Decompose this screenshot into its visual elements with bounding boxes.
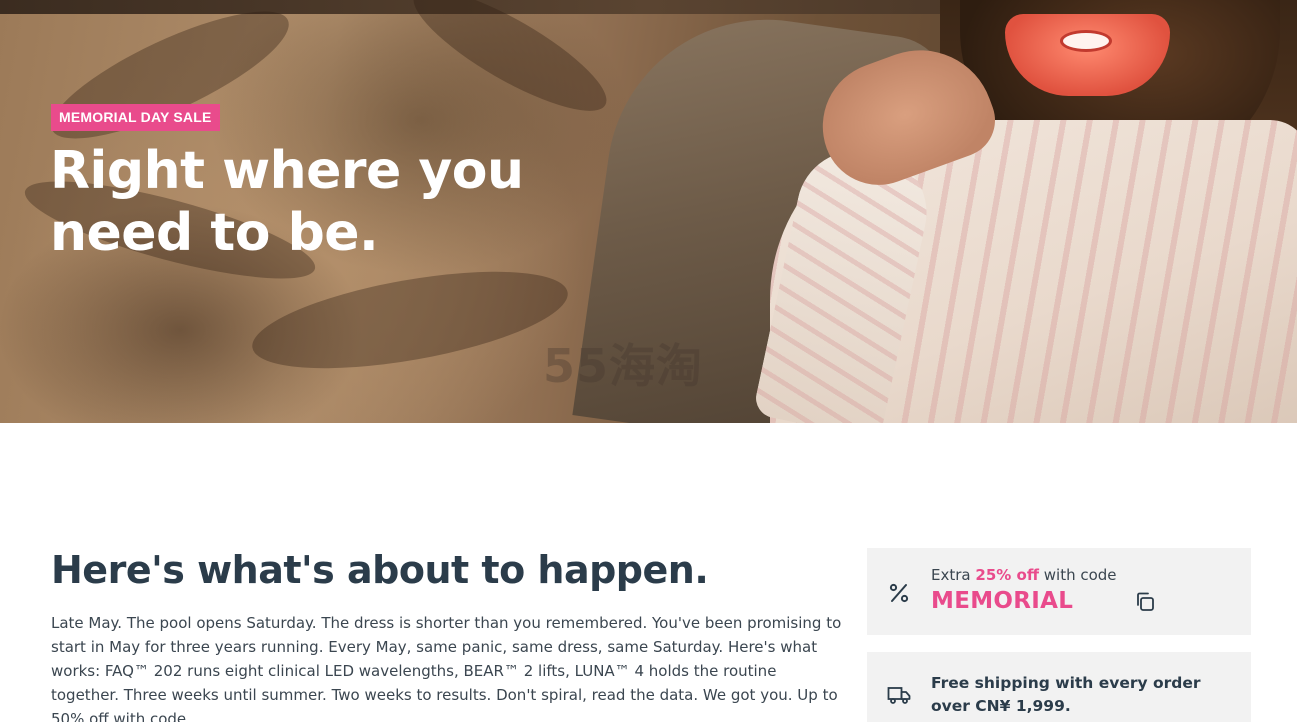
hero-title-line2: need to be.	[50, 203, 379, 263]
page: 55海淘 MEMORIAL DAY SALE Right where you n…	[0, 0, 1297, 722]
promo-code-card: Extra 25% off with code MEMORIAL	[867, 548, 1251, 635]
hero-title: Right where you need to be.	[50, 140, 610, 264]
promo-code: MEMORIAL	[931, 588, 1074, 614]
shipping-text: Free shipping with every order over CN¥ …	[931, 674, 1201, 715]
truck-icon	[887, 687, 911, 704]
promo-prefix: Extra	[931, 566, 971, 584]
copy-icon[interactable]	[1133, 590, 1157, 614]
hero-banner[interactable]: 55海淘 MEMORIAL DAY SALE Right where you n…	[0, 0, 1297, 423]
mouth	[1060, 30, 1112, 52]
watermark-logo: 55海淘	[543, 339, 704, 393]
sale-badge: MEMORIAL DAY SALE	[51, 104, 220, 131]
shipping-card: Free shipping with every order over CN¥ …	[867, 652, 1251, 722]
promo-discount: 25% off	[975, 566, 1039, 584]
percent-icon	[889, 583, 909, 603]
palm-shadow	[37, 0, 303, 162]
hero-title-line1: Right where you	[50, 141, 524, 201]
section-title: Here's what's about to happen.	[51, 548, 709, 592]
promo-line: Extra 25% off with code	[931, 566, 1117, 584]
intro-body: Late May. The pool opens Saturday. The d…	[51, 614, 842, 722]
promo-suffix: with code	[1043, 566, 1117, 584]
palm-shadow	[399, 0, 621, 131]
